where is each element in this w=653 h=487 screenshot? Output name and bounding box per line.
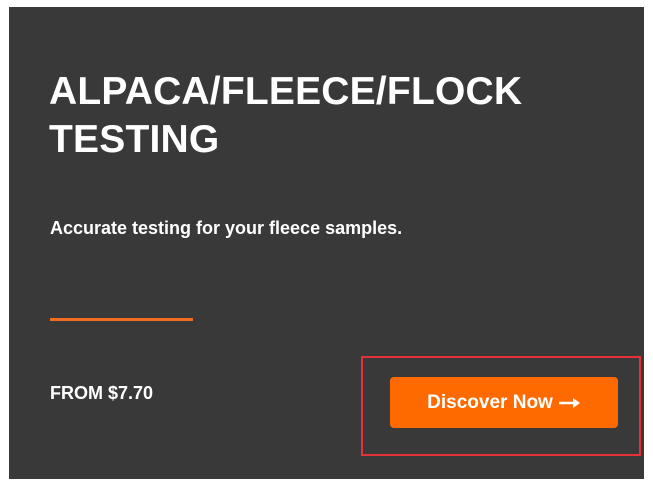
accent-divider bbox=[50, 318, 193, 321]
card-title: ALPACA/FLEECE/FLOCK TESTING bbox=[49, 70, 523, 161]
arrow-right-icon bbox=[558, 397, 581, 409]
card-subtitle: Accurate testing for your fleece samples… bbox=[50, 218, 403, 238]
price-label: FROM $7.70 bbox=[50, 383, 154, 403]
discover-now-label: Discover Now bbox=[427, 391, 553, 413]
discover-now-button[interactable]: Discover Now bbox=[390, 377, 618, 428]
